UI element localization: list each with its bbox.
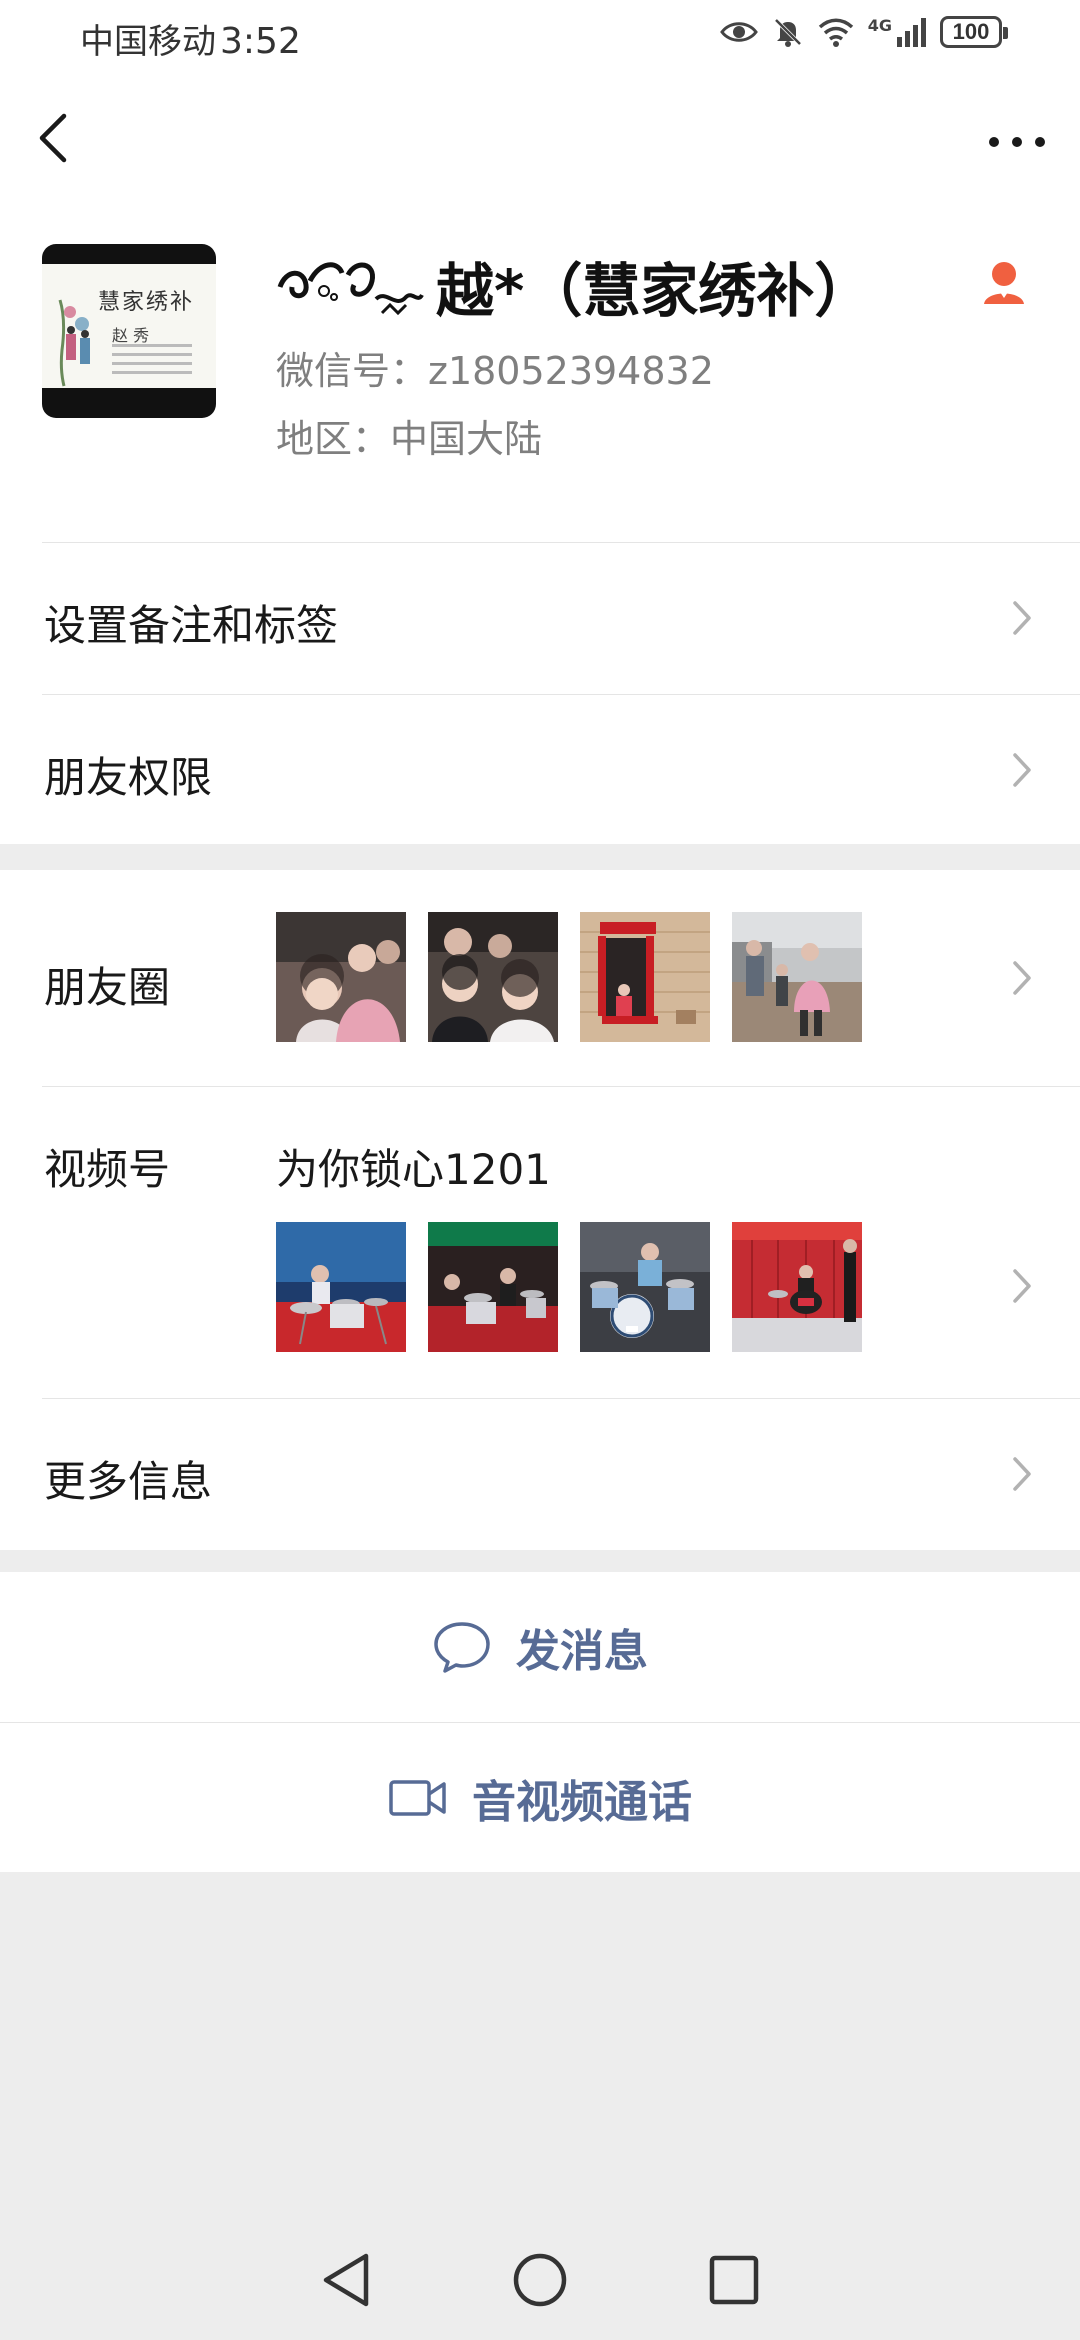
status-bar: 中国移动 3:52 4G 100 <box>0 0 1080 72</box>
row-label-permissions: 朋友权限 <box>44 753 213 802</box>
status-left: 中国移动 3:52 <box>80 14 301 63</box>
clock-text: 3:52 <box>220 21 301 62</box>
network-type: 4G <box>867 16 892 35</box>
chevron-right-icon <box>1013 601 1031 635</box>
flourish-decoration-icon <box>277 262 424 316</box>
divider <box>42 1398 1080 1399</box>
moments-photo-4 <box>732 912 862 1042</box>
moments-thumbnails <box>276 912 862 1042</box>
avatar-card-lines <box>112 344 202 380</box>
channels-thumbnails <box>276 1222 862 1352</box>
divider <box>42 542 1080 543</box>
send-message-label: 发消息 <box>516 1626 648 1677</box>
avatar-card-name: 赵 秀 <box>112 326 150 345</box>
moments-photo-1 <box>276 912 406 1042</box>
moments-photo-2 <box>428 912 558 1042</box>
divider <box>42 694 1080 695</box>
row-moments[interactable]: 朋友圈 <box>0 870 1080 1086</box>
battery-icon: 100 <box>940 16 1008 48</box>
more-dots-icon <box>989 137 1045 147</box>
avatar[interactable]: 慧家绣补 赵 秀 <box>42 244 216 418</box>
region: 地区：中国大陆 <box>276 417 543 461</box>
carrier-text: 中国移动 <box>80 22 216 62</box>
chat-bubble-icon <box>434 1622 490 1673</box>
nav-recents-square-icon[interactable] <box>706 2252 762 2308</box>
avatar-business-card: 慧家绣补 赵 秀 <box>42 264 216 388</box>
channels-video-2 <box>428 1222 558 1352</box>
more-button[interactable] <box>982 122 1052 162</box>
contact-person-icon <box>984 262 1024 304</box>
bell-muted-icon <box>774 18 802 47</box>
wechat-id[interactable]: 微信号：z18052394832 <box>276 340 714 395</box>
channels-video-1 <box>276 1222 406 1352</box>
eye-icon <box>719 22 758 42</box>
row-label-moments: 朋友圈 <box>44 963 171 1012</box>
status-icons: 4G 100 <box>719 16 1008 48</box>
row-set-remarks[interactable]: 设置备注和标签 <box>0 542 1080 694</box>
signal-icon <box>897 18 926 47</box>
chevron-right-icon <box>1013 1457 1031 1491</box>
divider <box>42 1086 1080 1087</box>
video-camera-icon <box>389 1779 446 1816</box>
send-message-button[interactable]: 发消息 <box>0 1572 1080 1722</box>
profile-header: 慧家绣补 赵 秀 越*（慧家绣补） 微信号：z18052394832 地区：中国… <box>0 202 1080 542</box>
nav-home-circle-icon[interactable] <box>510 2250 570 2310</box>
row-channels[interactable]: 视频号 为你锁心1201 <box>0 1086 1080 1398</box>
system-navigation-bar <box>0 2220 1080 2340</box>
back-button[interactable] <box>30 108 80 168</box>
chevron-right-icon <box>1013 753 1031 787</box>
chevron-right-icon <box>1013 1269 1031 1303</box>
wifi-icon <box>818 18 853 47</box>
channels-account-name: 为你锁心1201 <box>276 1145 551 1194</box>
chevron-left-icon <box>39 113 67 163</box>
embroidery-figures-image <box>58 299 90 387</box>
row-more-info[interactable]: 更多信息 <box>0 1398 1080 1550</box>
row-label-channels: 视频号 <box>44 1145 171 1194</box>
channels-video-4 <box>732 1222 862 1352</box>
row-friend-permissions[interactable]: 朋友权限 <box>0 694 1080 844</box>
video-call-label: 音视频通话 <box>472 1776 692 1828</box>
chevron-right-icon <box>1013 961 1031 995</box>
row-label-remarks: 设置备注和标签 <box>44 601 339 650</box>
channels-video-3 <box>580 1222 710 1352</box>
video-call-button[interactable]: 音视频通话 <box>0 1722 1080 1872</box>
nav-back-triangle-icon[interactable] <box>318 2250 374 2310</box>
avatar-card-title: 慧家绣补 <box>98 290 195 315</box>
nickname: 越*（慧家绣补） <box>276 246 872 326</box>
row-label-more-info: 更多信息 <box>44 1457 213 1506</box>
nav-bar <box>0 72 1080 202</box>
moments-photo-3 <box>580 912 710 1042</box>
nickname-text: 越*（慧家绣补） <box>436 257 873 325</box>
